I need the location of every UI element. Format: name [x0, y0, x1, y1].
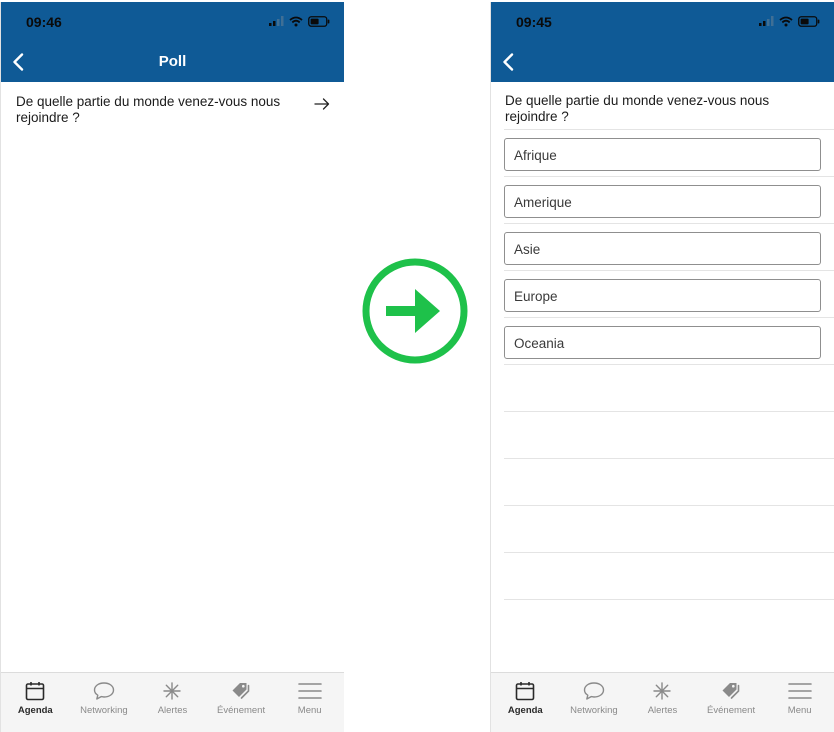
page-title: Poll — [158, 53, 187, 70]
tab-alertes[interactable]: Alertes — [138, 673, 207, 732]
poll-question-text: De quelle partie du monde venez-vous nou… — [16, 94, 281, 125]
tags-icon — [722, 683, 740, 699]
battery-icon — [798, 15, 820, 27]
tab-agenda[interactable]: Agenda — [1, 673, 70, 732]
calendar-icon — [515, 682, 535, 701]
tab-networking[interactable]: Networking — [560, 673, 629, 732]
poll-option-asie[interactable]: Asie — [504, 232, 821, 265]
tab-evenement[interactable]: Événement — [697, 673, 766, 732]
app-header: 09:45 — [491, 2, 834, 82]
cellular-signal-icon — [269, 16, 284, 26]
phone-screen-poll-list: 09:46 Poll De quelle partie du monde ven… — [0, 2, 344, 732]
divider — [504, 411, 834, 412]
tab-label: Événement — [707, 705, 756, 716]
transition-arrow-icon — [362, 258, 468, 364]
arrow-right-icon — [314, 98, 330, 110]
back-button[interactable] — [497, 50, 519, 74]
bottom-tab-bar: Agenda Networking Alertes Événement Menu — [491, 672, 834, 732]
hamburger-menu-icon — [787, 683, 812, 699]
tab-networking[interactable]: Networking — [70, 673, 139, 732]
cellular-signal-icon — [759, 16, 774, 26]
wifi-icon — [779, 16, 793, 26]
poll-option-amerique[interactable]: Amerique — [504, 185, 821, 218]
tab-label: Networking — [570, 705, 618, 716]
tab-label: Menu — [297, 705, 322, 716]
wifi-icon — [289, 16, 303, 26]
poll-option-afrique[interactable]: Afrique — [504, 138, 821, 171]
poll-list: De quelle partie du monde venez-vous nou… — [1, 82, 344, 672]
divider — [504, 176, 834, 177]
tab-label: Networking — [80, 705, 128, 716]
poll-option-oceania[interactable]: Oceania — [504, 326, 821, 359]
chat-bubble-icon — [93, 682, 115, 700]
tab-alertes[interactable]: Alertes — [628, 673, 697, 732]
divider — [504, 364, 834, 365]
status-bar: 09:45 — [491, 2, 834, 42]
poll-options-panel: De quelle partie du monde venez-vous nou… — [491, 82, 834, 672]
divider — [504, 599, 834, 600]
divider — [504, 317, 834, 318]
status-bar: 09:46 — [1, 2, 344, 42]
tab-menu[interactable]: Menu — [275, 673, 344, 732]
battery-icon — [308, 15, 330, 27]
tab-label: Alertes — [157, 705, 188, 716]
calendar-icon — [25, 682, 45, 701]
status-icons — [269, 15, 330, 27]
chevron-left-icon — [503, 53, 514, 71]
tab-agenda[interactable]: Agenda — [491, 673, 560, 732]
divider — [504, 270, 834, 271]
asterisk-icon — [163, 682, 182, 700]
divider — [504, 223, 834, 224]
status-time: 09:45 — [516, 14, 552, 30]
hamburger-menu-icon — [297, 683, 322, 699]
divider — [504, 552, 834, 553]
tab-label: Agenda — [17, 705, 53, 716]
tags-icon — [232, 683, 250, 699]
status-time: 09:46 — [26, 14, 62, 30]
app-header: 09:46 Poll — [1, 2, 344, 82]
tab-label: Menu — [787, 705, 812, 716]
poll-option-europe[interactable]: Europe — [504, 279, 821, 312]
tab-evenement[interactable]: Événement — [207, 673, 276, 732]
divider — [504, 129, 834, 130]
chat-bubble-icon — [583, 682, 605, 700]
comparison-canvas: 09:46 Poll De quelle partie du monde ven… — [0, 0, 834, 732]
divider — [504, 458, 834, 459]
divider — [504, 505, 834, 506]
tab-label: Événement — [217, 705, 266, 716]
tab-menu[interactable]: Menu — [765, 673, 834, 732]
poll-question-text: De quelle partie du monde venez-vous nou… — [505, 93, 770, 124]
phone-screen-poll-options: 09:45 De quelle partie du monde venez-vo… — [490, 2, 834, 732]
tab-label: Alertes — [647, 705, 678, 716]
tab-label: Agenda — [507, 705, 543, 716]
navigation-bar — [491, 42, 834, 82]
bottom-tab-bar: Agenda Networking Alertes Événement Menu — [1, 672, 344, 732]
status-icons — [759, 15, 820, 27]
poll-question-row[interactable]: De quelle partie du monde venez-vous nou… — [16, 94, 332, 126]
navigation-bar: Poll — [1, 42, 344, 82]
asterisk-icon — [653, 682, 672, 700]
